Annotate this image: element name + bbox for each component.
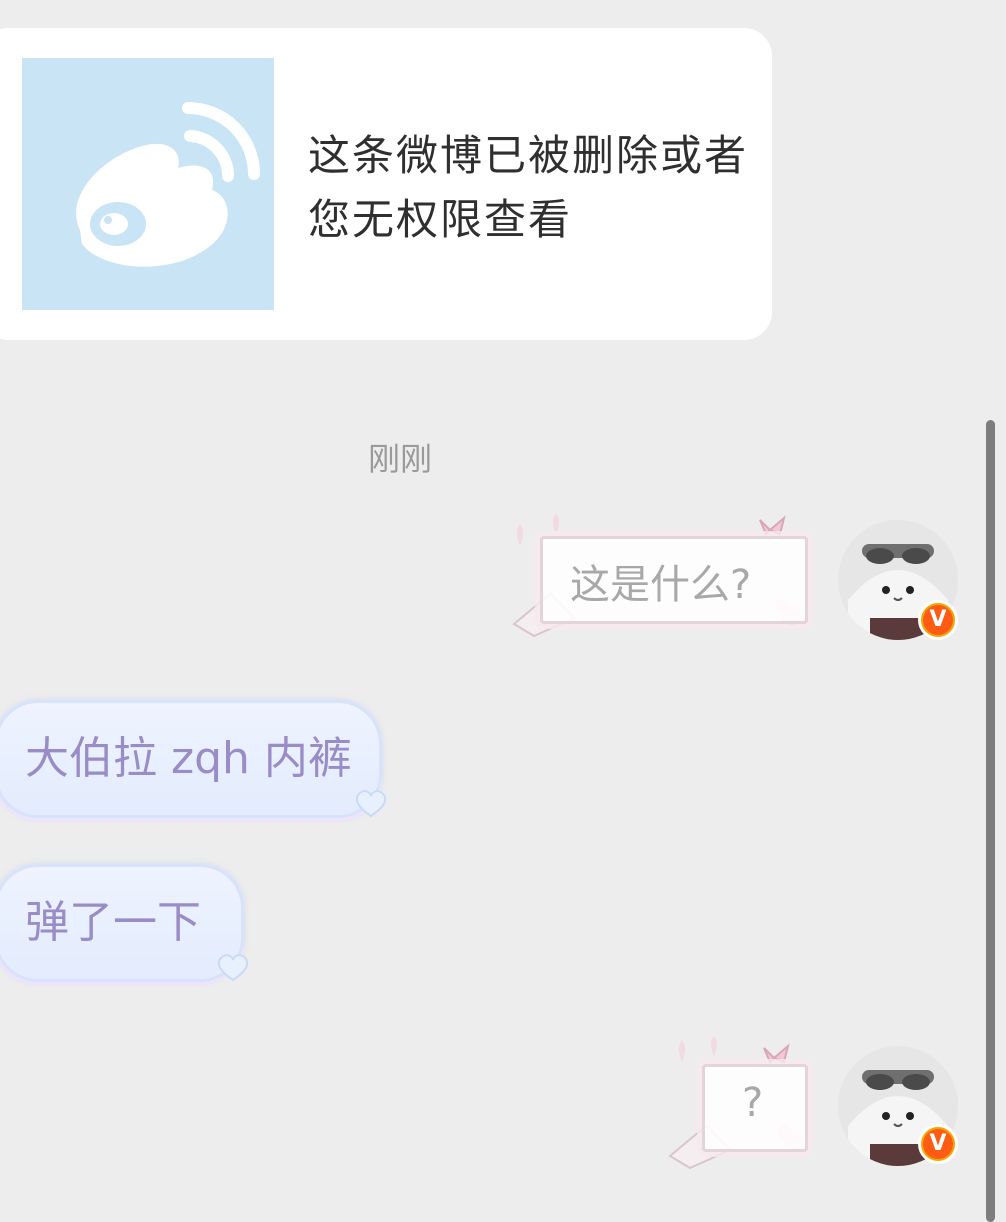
verified-badge: V bbox=[918, 600, 958, 640]
verified-badge-label: V bbox=[923, 605, 953, 635]
chat-view: 这条微博已被删除或者您无权限查看 刚刚 这是什么? V 大伯拉 zqh 内裤 弹… bbox=[0, 0, 1006, 1222]
sent-message-text: 这是什么? bbox=[570, 562, 752, 608]
shared-post-message: 这条微博已被删除或者您无权限查看 bbox=[308, 131, 749, 244]
sent-message-bubble[interactable]: 这是什么? bbox=[500, 508, 820, 648]
received-message-bubble[interactable]: 弹了一下 bbox=[0, 864, 244, 982]
heart-icon bbox=[217, 954, 249, 982]
shared-post-card[interactable]: 这条微博已被删除或者您无权限查看 bbox=[0, 28, 772, 340]
shared-post-thumbnail bbox=[22, 58, 274, 310]
message-timestamp: 刚刚 bbox=[368, 440, 433, 478]
heart-icon bbox=[355, 790, 387, 818]
verified-badge: V bbox=[918, 1124, 958, 1164]
weibo-logo-icon bbox=[76, 102, 260, 267]
verified-badge-label: V bbox=[923, 1129, 953, 1159]
scrollbar[interactable] bbox=[986, 420, 995, 1222]
received-message-bubble[interactable]: 大伯拉 zqh 内裤 bbox=[0, 700, 382, 818]
sent-message-text: ? bbox=[742, 1080, 764, 1126]
received-message-text: 弹了一下 bbox=[25, 897, 201, 948]
received-message-text: 大伯拉 zqh 内裤 bbox=[25, 733, 352, 784]
sent-message-bubble[interactable]: ? bbox=[662, 1032, 822, 1174]
